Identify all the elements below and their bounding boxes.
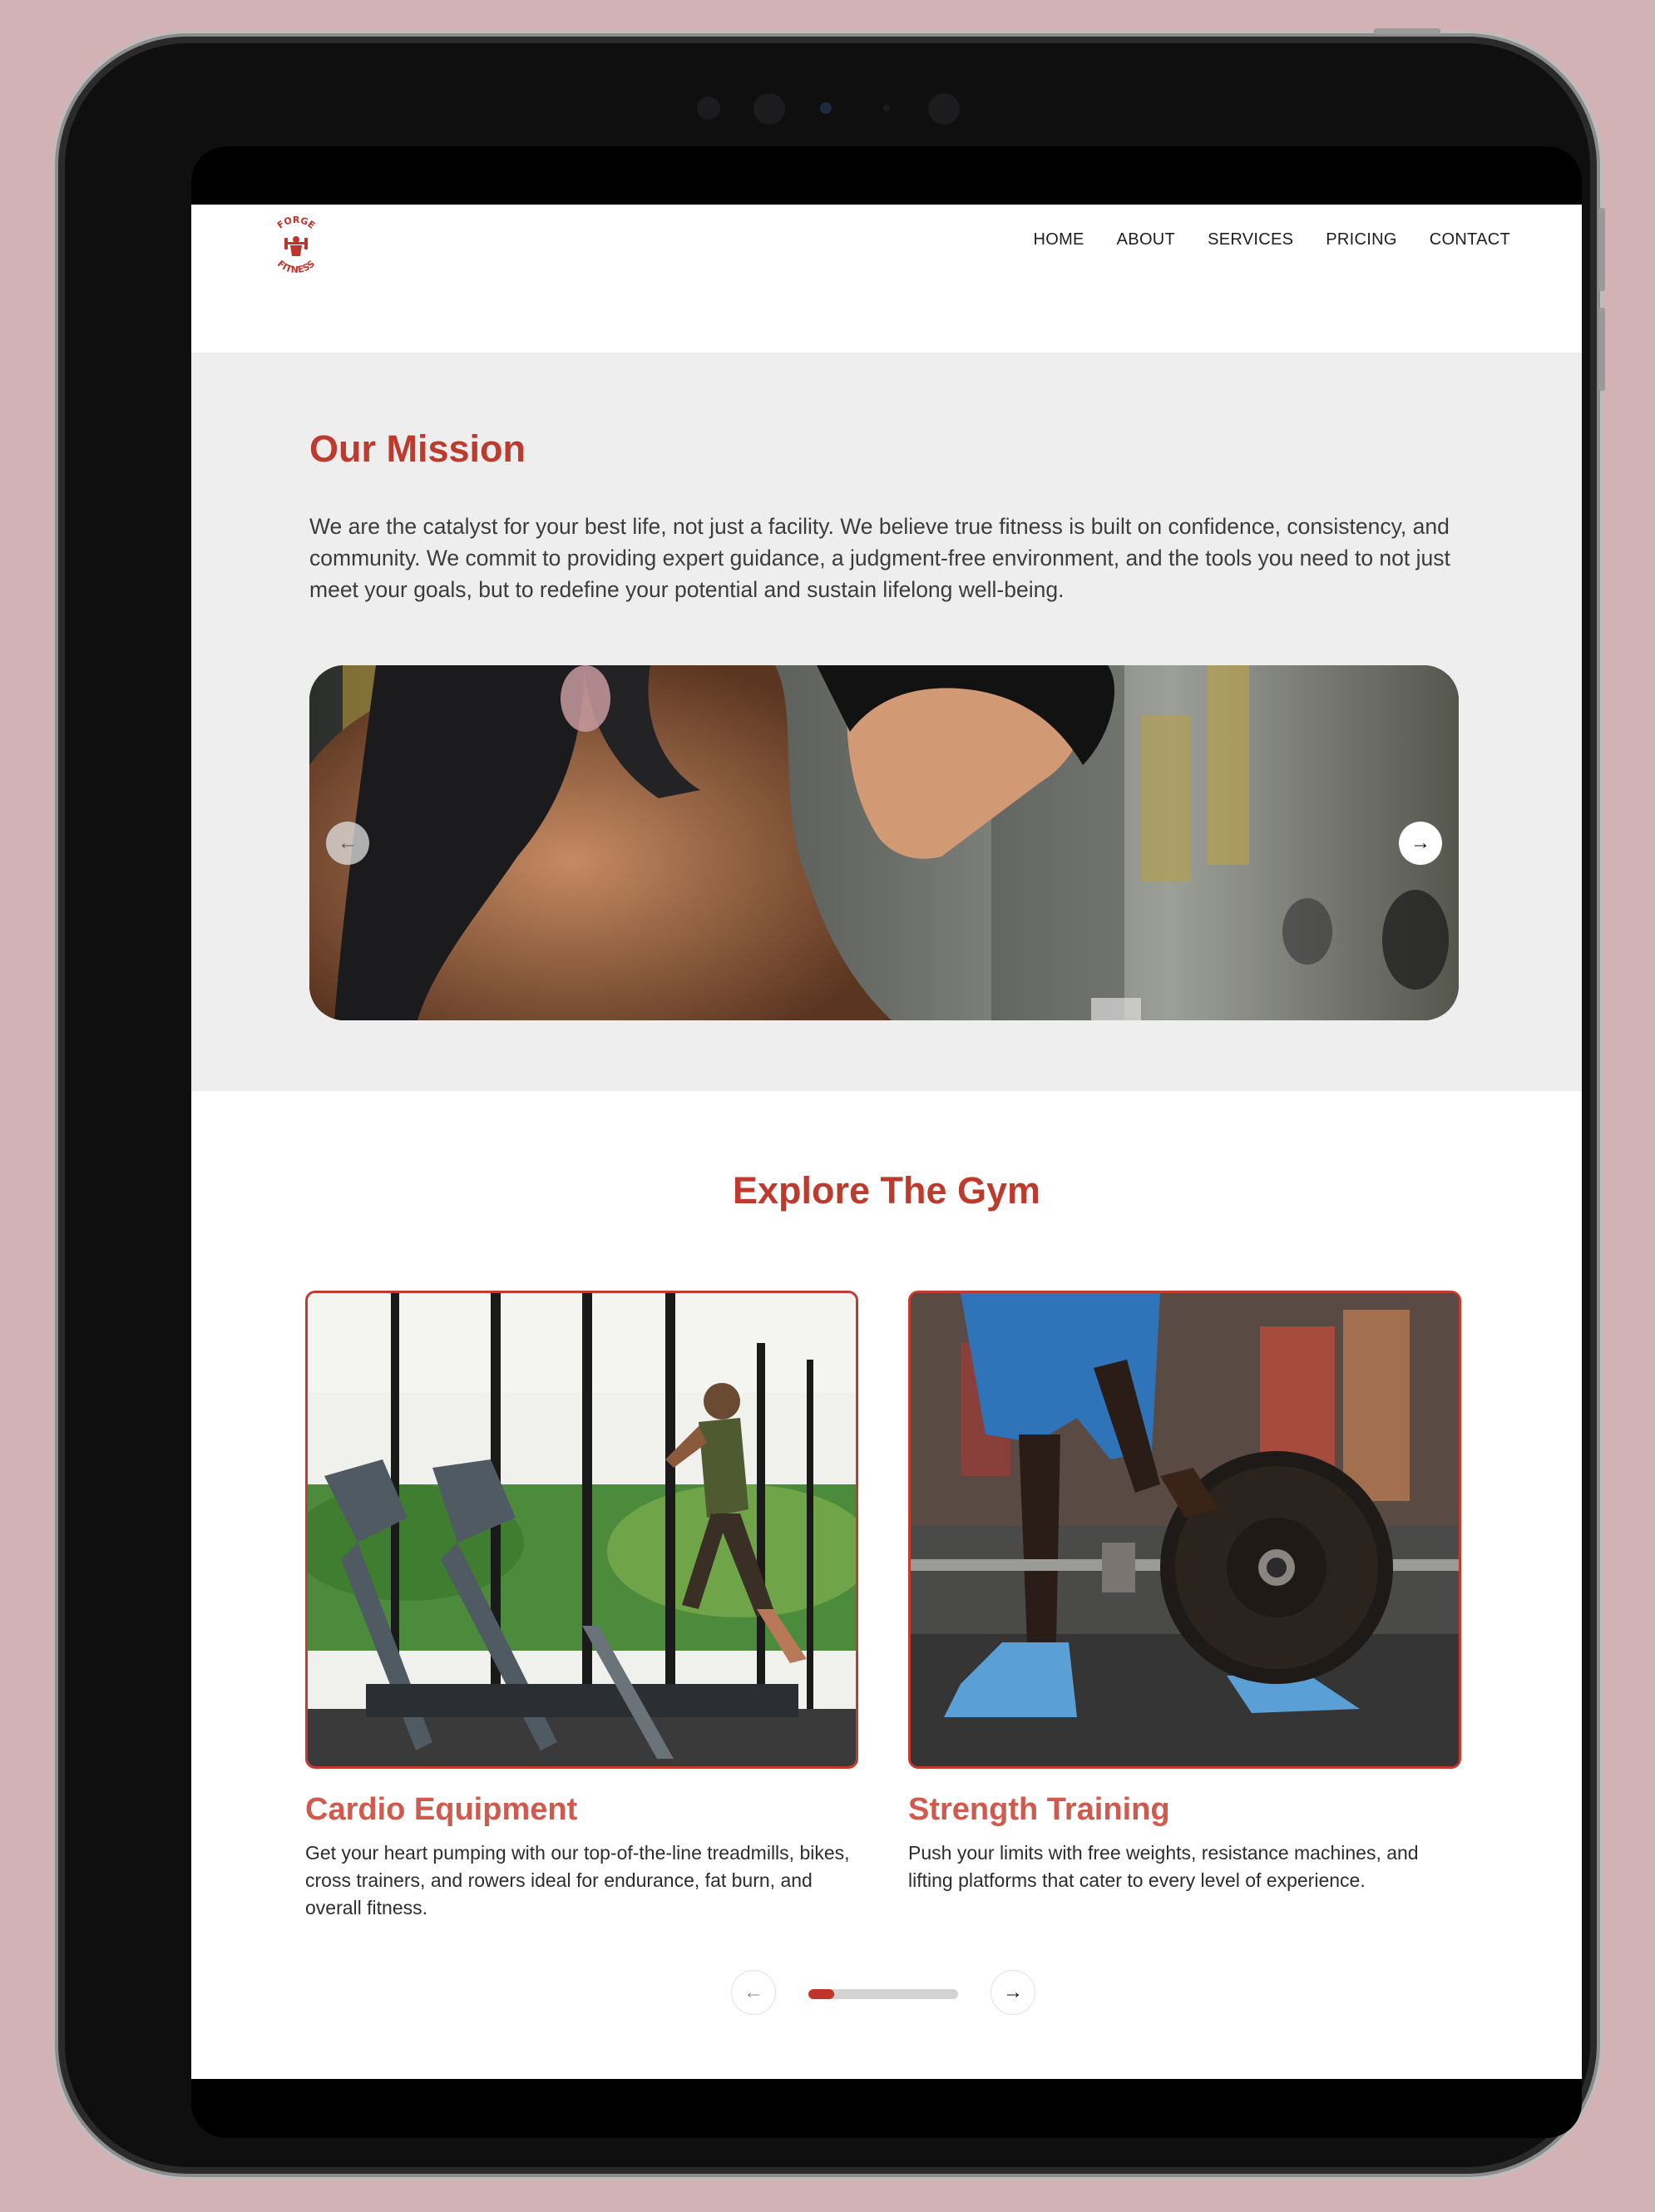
carousel-pager: ← → [191, 1970, 1582, 2017]
camera-bar [58, 90, 1597, 126]
card-image-strength [908, 1291, 1461, 1769]
tablet-screen: FORGE FITNESS HOME ABOUT SERVICES PRICIN… [191, 146, 1582, 2138]
sensor-dot [928, 93, 960, 125]
arrow-right-icon: → [1410, 832, 1430, 854]
slider-next-button[interactable]: → [1399, 822, 1442, 865]
weight-plate-photo [911, 1293, 1459, 1766]
logo-text-bottom: FITNESS [275, 259, 317, 276]
brand-logo[interactable]: FORGE FITNESS [264, 215, 328, 278]
treadmill-photo [308, 1293, 856, 1766]
carousel-next-button[interactable]: → [991, 1970, 1035, 2015]
svg-text:FORGE: FORGE [275, 215, 317, 231]
nav-contact[interactable]: CONTACT [1430, 230, 1510, 249]
mission-text: We are the catalyst for your best life, … [309, 514, 1450, 602]
card-description: Push your limits with free weights, resi… [908, 1842, 1419, 1891]
main-nav: HOME ABOUT SERVICES PRICING CONTACT [1033, 230, 1510, 249]
mission-section: Our Mission We are the catalyst for your… [191, 353, 1582, 1091]
arrow-left-icon: ← [744, 1981, 763, 2003]
svg-text:FITNESS: FITNESS [275, 259, 317, 276]
nav-pricing[interactable]: PRICING [1326, 230, 1396, 249]
website: FORGE FITNESS HOME ABOUT SERVICES PRICIN… [191, 205, 1582, 2079]
carousel-progress[interactable] [808, 1989, 958, 1999]
sensor-dot [883, 105, 890, 111]
card-description: Get your heart pumping with our top-of-t… [305, 1842, 850, 1918]
sensor-dot [697, 96, 720, 120]
sensor-dot [753, 93, 785, 125]
camera-lens [820, 102, 832, 114]
card-title: Cardio Equipment [305, 1792, 578, 1827]
nav-about[interactable]: ABOUT [1117, 230, 1175, 249]
navbar: FORGE FITNESS HOME ABOUT SERVICES PRICIN… [191, 205, 1582, 353]
power-button [1374, 28, 1440, 34]
carousel-progress-fill [808, 1989, 834, 1999]
gym-card-strength[interactable]: Strength Training Push your limits with … [908, 1291, 1461, 1894]
explore-section: Explore The Gym Cardio Equipment Get you… [191, 1091, 1582, 2079]
card-image-cardio [305, 1291, 858, 1769]
nav-home[interactable]: HOME [1033, 230, 1084, 249]
slider-prev-button[interactable]: ← [326, 822, 369, 865]
volume-down-button [1598, 308, 1605, 391]
carousel-prev-button[interactable]: ← [731, 1970, 776, 2015]
card-title: Strength Training [908, 1792, 1170, 1827]
gym-card-cardio[interactable]: Cardio Equipment Get your heart pumping … [305, 1291, 858, 1922]
explore-title: Explore The Gym [732, 1169, 1041, 1212]
logo-text-top: FORGE [275, 215, 317, 231]
tablet-frame: FORGE FITNESS HOME ABOUT SERVICES PRICIN… [55, 28, 1605, 2177]
logo-icon: FORGE FITNESS [275, 215, 317, 276]
arrow-right-icon: → [1003, 1981, 1023, 2003]
volume-up-button [1598, 208, 1605, 291]
mission-image-slider[interactable]: ← → [309, 665, 1459, 1020]
mission-title: Our Mission [309, 427, 526, 470]
nav-services[interactable]: SERVICES [1208, 230, 1293, 249]
arrow-left-icon: ← [338, 832, 358, 854]
athlete-photo [309, 665, 1459, 1020]
